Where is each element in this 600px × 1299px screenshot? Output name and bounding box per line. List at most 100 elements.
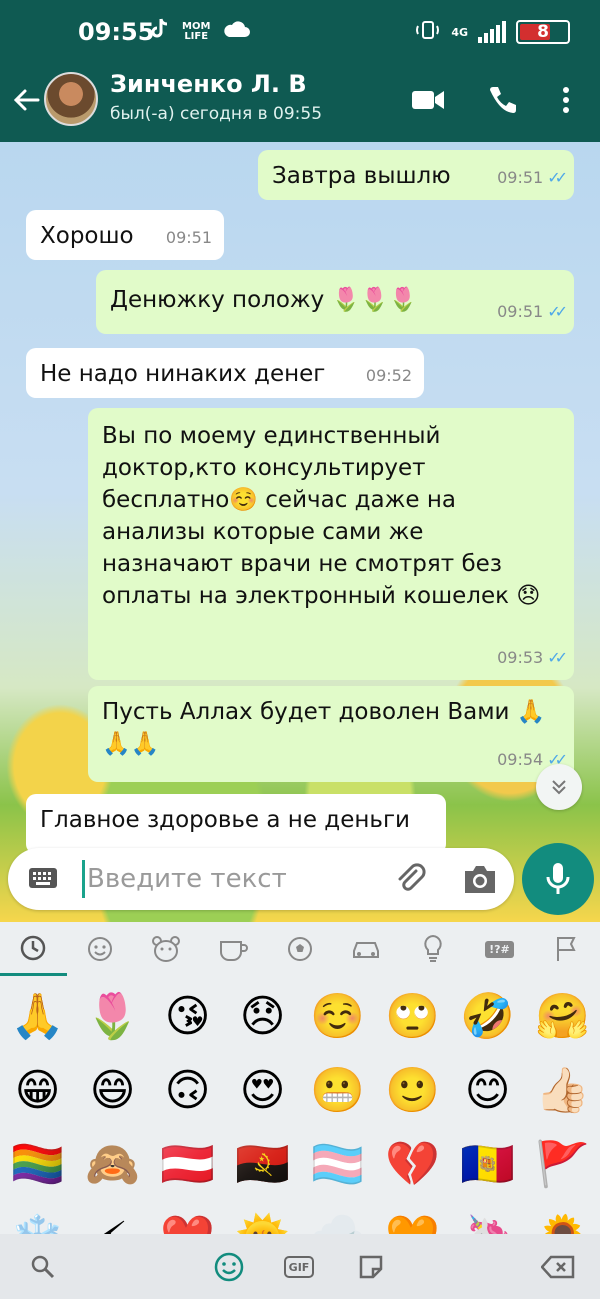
message-bubble[interactable]: Вы по моему единственный доктор,кто конс… bbox=[88, 408, 574, 680]
emoji-grid: 🙏 🌷 😘 😞 ☺️ 🙄 🤣 🤗 😁 😄 🙃 😍 😬 🙂 😊 👍🏻 🏳️‍🌈 🙈… bbox=[0, 980, 600, 1276]
emoji-key[interactable]: 🇦🇩 bbox=[450, 1128, 525, 1202]
emoji-key[interactable]: 👍🏻 bbox=[525, 1054, 600, 1128]
emoji-key[interactable]: 🙂 bbox=[375, 1054, 450, 1128]
emoji-key[interactable]: 🇦🇴 bbox=[225, 1128, 300, 1202]
avatar[interactable] bbox=[44, 72, 98, 126]
message-text: Денюжку положу 🌷🌷🌷 bbox=[110, 287, 418, 313]
status-bar: 09:55 MOM LIFE 4G 8 bbox=[0, 0, 600, 62]
message-text: Вы по моему единственный доктор,кто конс… bbox=[102, 423, 541, 609]
category-flags[interactable] bbox=[533, 922, 600, 976]
emoji-key[interactable]: 🏳️‍⚧️ bbox=[300, 1128, 375, 1202]
scroll-to-bottom-button[interactable] bbox=[536, 764, 582, 810]
message-text: Главное здоровье а не деньги bbox=[40, 807, 410, 833]
message-bubble[interactable]: Главное здоровье а не деньги bbox=[26, 794, 446, 854]
category-travel[interactable] bbox=[333, 922, 400, 976]
message-bubble[interactable]: Денюжку положу 🌷🌷🌷 09:51 ✓✓ bbox=[96, 270, 574, 334]
category-smileys[interactable] bbox=[67, 922, 134, 976]
emoji-key[interactable]: ☺️ bbox=[300, 980, 375, 1054]
emoji-key[interactable]: 😊 bbox=[450, 1054, 525, 1128]
more-options-button[interactable] bbox=[546, 80, 586, 120]
emoji-key[interactable]: 🙄 bbox=[375, 980, 450, 1054]
emoji-key[interactable]: 🙃 bbox=[150, 1054, 225, 1128]
message-bubble[interactable]: Завтра вышлю 09:51 ✓✓ bbox=[258, 150, 574, 200]
message-bubble[interactable]: Пусть Аллах будет доволен Вами 🙏🙏🙏 09:54… bbox=[88, 686, 574, 782]
category-activities[interactable] bbox=[266, 922, 333, 976]
voice-message-button[interactable] bbox=[522, 843, 594, 915]
smiley-icon bbox=[87, 937, 112, 961]
sticker-tab-button[interactable] bbox=[354, 1250, 388, 1284]
mic-icon bbox=[546, 863, 570, 894]
emoji-key[interactable]: 🙏 bbox=[0, 980, 75, 1054]
status-time: 09:55 bbox=[78, 18, 155, 46]
food-cup-icon bbox=[220, 941, 249, 961]
message-bubble[interactable]: Не надо нинаких денег 09:52 bbox=[26, 348, 424, 398]
sticker-icon bbox=[359, 1255, 383, 1279]
emoji-key[interactable]: 🚩 bbox=[525, 1128, 600, 1202]
video-call-icon bbox=[412, 91, 444, 109]
emoji-key[interactable]: 🤣 bbox=[450, 980, 525, 1054]
emoji-key[interactable]: 😞 bbox=[225, 980, 300, 1054]
battery-icon: 8 bbox=[516, 20, 570, 44]
message-text: Не надо нинаких денег bbox=[40, 361, 326, 387]
message-composer bbox=[8, 848, 514, 910]
momlife-icon: MOM LIFE bbox=[182, 20, 211, 42]
emoji-key[interactable]: 🙈 bbox=[75, 1128, 150, 1202]
gif-icon: GIF bbox=[284, 1256, 314, 1278]
message-text: Пусть Аллах будет доволен Вами 🙏🙏🙏 bbox=[102, 699, 546, 757]
category-objects[interactable] bbox=[400, 922, 467, 976]
emoji-key[interactable]: 😍 bbox=[225, 1054, 300, 1128]
chat-header: Зинченко Л. В был(-а) сегодня в 09:55 bbox=[0, 62, 600, 142]
animal-icon bbox=[152, 936, 181, 962]
message-time: 09:51 bbox=[165, 228, 212, 247]
category-food[interactable] bbox=[200, 922, 267, 976]
message-text: Завтра вышлю bbox=[272, 163, 451, 189]
voice-call-button[interactable] bbox=[482, 80, 522, 120]
emoji-category-bar: !?# bbox=[0, 922, 600, 976]
emoji-key[interactable]: 💔 bbox=[375, 1128, 450, 1202]
symbols-icon: !?# bbox=[485, 940, 514, 958]
contact-name[interactable]: Зинченко Л. В bbox=[110, 70, 307, 98]
message-bubble[interactable]: Хорошо 09:51 bbox=[26, 210, 224, 260]
emoji-key[interactable]: 😘 bbox=[150, 980, 225, 1054]
arrow-left-icon bbox=[13, 89, 40, 111]
message-time: 09:53 ✓✓ bbox=[497, 642, 568, 674]
emoji-key[interactable]: 🌷 bbox=[75, 980, 150, 1054]
chat-area[interactable]: Завтра вышлю 09:51 ✓✓ Хорошо 09:51 Денюжк… bbox=[0, 142, 600, 922]
message-text: Хорошо bbox=[40, 223, 134, 249]
signal-icon bbox=[478, 21, 506, 43]
camera-icon[interactable] bbox=[462, 862, 498, 896]
smiley-icon bbox=[214, 1252, 244, 1282]
category-symbols[interactable]: !?# bbox=[466, 922, 533, 976]
emoji-key[interactable]: 😬 bbox=[300, 1054, 375, 1128]
ball-icon bbox=[287, 937, 312, 961]
read-ticks-icon: ✓✓ bbox=[547, 302, 568, 321]
category-recent[interactable] bbox=[0, 922, 67, 976]
system-icons: 4G 8 bbox=[415, 18, 570, 46]
emoji-key[interactable]: 🇦🇹 bbox=[150, 1128, 225, 1202]
read-ticks-icon: ✓✓ bbox=[547, 168, 568, 187]
emoji-key[interactable]: 😄 bbox=[75, 1054, 150, 1128]
gif-tab-button[interactable]: GIF bbox=[282, 1250, 316, 1284]
attach-icon[interactable] bbox=[394, 862, 428, 896]
keyboard-icon[interactable] bbox=[28, 866, 58, 890]
tiktok-icon bbox=[150, 18, 170, 45]
emoji-key[interactable]: 🏳️‍🌈 bbox=[0, 1128, 75, 1202]
emoji-key[interactable]: 🤗 bbox=[525, 980, 600, 1054]
emoji-search-button[interactable] bbox=[26, 1250, 60, 1284]
network-type: 4G bbox=[451, 25, 468, 39]
last-seen: был(-а) сегодня в 09:55 bbox=[110, 104, 323, 124]
video-call-button[interactable] bbox=[408, 80, 448, 120]
emoji-key[interactable]: 😁 bbox=[0, 1054, 75, 1128]
chevron-double-down-icon bbox=[552, 780, 566, 795]
recent-clock-icon bbox=[21, 935, 46, 960]
message-time: 09:52 bbox=[365, 366, 412, 385]
backspace-button[interactable] bbox=[538, 1250, 578, 1284]
message-input[interactable] bbox=[82, 860, 382, 898]
search-icon bbox=[31, 1255, 55, 1279]
category-animals[interactable] bbox=[133, 922, 200, 976]
emoji-tab-button[interactable] bbox=[212, 1250, 246, 1284]
lightbulb-icon bbox=[424, 934, 442, 962]
phone-icon bbox=[490, 87, 516, 113]
back-button[interactable] bbox=[8, 82, 44, 118]
wifi-calling-icon bbox=[415, 18, 441, 46]
